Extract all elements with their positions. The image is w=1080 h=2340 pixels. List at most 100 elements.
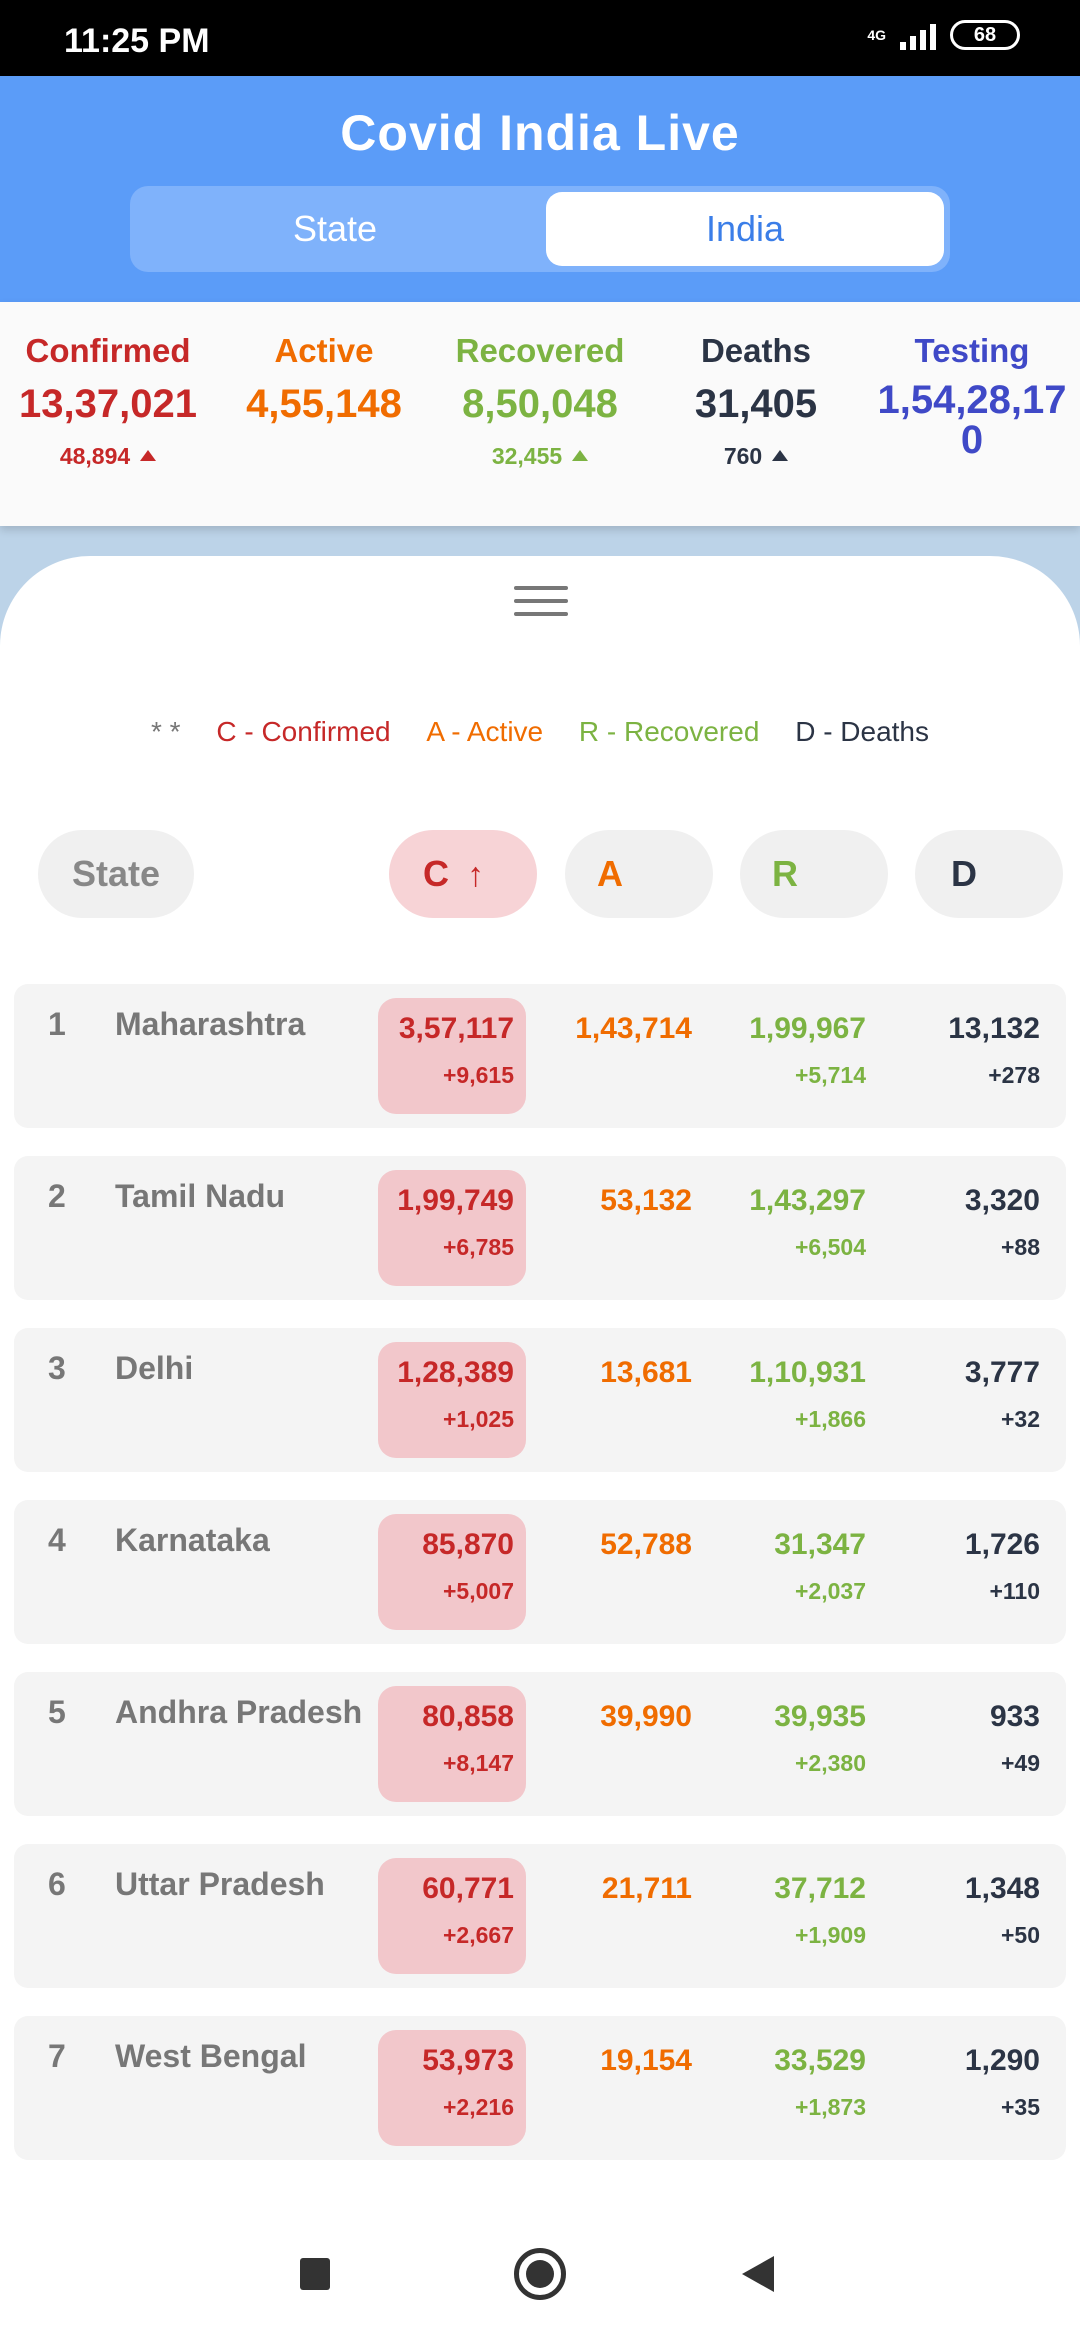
home-circle-icon[interactable] xyxy=(514,2248,566,2300)
deaths-delta: +278 xyxy=(988,1062,1040,1088)
recents-square-icon[interactable] xyxy=(300,2258,330,2290)
header-confirmed-label: C xyxy=(423,853,449,894)
state-row[interactable]: 1 Maharashtra 3,57,117 +9,615 1,43,714 1… xyxy=(14,984,1066,1128)
confirmed-cell: 53,973 +2,216 xyxy=(378,2030,526,2146)
deaths-delta: +32 xyxy=(1000,1406,1040,1432)
active-value: 53,132 xyxy=(600,1184,692,1217)
state-row[interactable]: 6 Uttar Pradesh 60,771 +2,667 21,711 37,… xyxy=(14,1844,1066,1988)
confirmed-delta: +1,025 xyxy=(443,1406,514,1432)
deaths-value: 13,132 xyxy=(948,1012,1040,1045)
deaths-value: 933 xyxy=(989,1700,1040,1733)
state-rank: 3 xyxy=(48,1350,66,1386)
view-toggle: State India xyxy=(130,186,950,272)
status-bar: 11:25 PM 4G 68 xyxy=(0,0,1080,76)
sort-by-deaths-button[interactable]: D xyxy=(915,830,1063,918)
menu-handle-icon[interactable] xyxy=(514,586,568,625)
legend-deaths: D - Deaths xyxy=(795,716,930,747)
recovered-value: 37,712 xyxy=(774,1872,866,1905)
state-row[interactable]: 2 Tamil Nadu 1,99,749 +6,785 53,132 1,43… xyxy=(14,1156,1066,1300)
confirmed-value: 1,99,749 xyxy=(397,1184,514,1217)
recovered-value: 33,529 xyxy=(774,2044,866,2077)
deaths-value: 3,777 xyxy=(964,1356,1040,1389)
confirmed-cell: 3,57,117 +9,615 xyxy=(378,998,526,1114)
up-triangle-icon xyxy=(572,450,589,461)
summary-active-label: Active xyxy=(274,332,374,369)
summary-recovered-value: 8,50,048 xyxy=(462,382,618,426)
state-rank: 6 xyxy=(48,1866,66,1902)
header-state-label: State xyxy=(71,853,161,894)
summary-confirmed: Confirmed 13,37,021 48,894 xyxy=(0,332,216,470)
confirmed-cell: 1,28,389 +1,025 xyxy=(378,1342,526,1458)
confirmed-value: 80,858 xyxy=(422,1700,514,1733)
deaths-delta: +49 xyxy=(1000,1750,1040,1776)
system-nav-bar xyxy=(0,2210,1080,2340)
sort-by-recovered-button[interactable]: R xyxy=(740,830,888,918)
sort-by-active-button[interactable]: A xyxy=(565,830,713,918)
deaths-delta: +50 xyxy=(1000,1922,1040,1948)
state-rank: 1 xyxy=(48,1006,66,1042)
confirmed-value: 1,28,389 xyxy=(397,1356,514,1389)
header-active-label: A xyxy=(597,853,623,894)
deaths-delta: +110 xyxy=(989,1578,1040,1604)
sort-arrow-up-icon: ↑ xyxy=(467,856,484,894)
state-row[interactable]: 7 West Bengal 53,973 +2,216 19,154 33,52… xyxy=(14,2016,1066,2160)
legend-confirmed: C - Confirmed xyxy=(216,716,391,747)
active-value: 1,43,714 xyxy=(575,1012,692,1045)
summary-testing-value-line2: 0 xyxy=(960,418,984,462)
recovered-delta: +1,866 xyxy=(795,1406,866,1432)
sort-by-confirmed-button[interactable]: C ↑ xyxy=(389,830,537,918)
recovered-delta: +1,909 xyxy=(795,1922,866,1948)
deaths-value: 1,726 xyxy=(964,1528,1040,1561)
state-name: Karnataka xyxy=(115,1522,270,1558)
summary-recovered-label: Recovered xyxy=(455,332,625,369)
deaths-delta: +88 xyxy=(1000,1234,1040,1260)
recovered-value: 31,347 xyxy=(774,1528,866,1561)
confirmed-value: 3,57,117 xyxy=(398,1012,514,1045)
summary-deaths-label: Deaths xyxy=(700,332,812,369)
summary-confirmed-delta-row: 48,894 xyxy=(0,443,216,470)
active-value: 52,788 xyxy=(600,1528,692,1561)
active-value: 13,681 xyxy=(600,1356,692,1389)
active-value: 19,154 xyxy=(600,2044,692,2077)
legend-active: A - Active xyxy=(426,716,544,747)
deaths-delta: +35 xyxy=(1000,2094,1040,2120)
confirmed-value: 85,870 xyxy=(422,1528,514,1561)
summary-active: Active 4,55,148 xyxy=(216,332,432,427)
recovered-value: 39,935 xyxy=(774,1700,866,1733)
recovered-value: 1,43,297 xyxy=(749,1184,866,1217)
recovered-delta: +1,873 xyxy=(795,2094,866,2120)
header-recovered-label: R xyxy=(772,853,798,894)
header-deaths-label: D xyxy=(951,853,977,894)
state-rows: 1 Maharashtra 3,57,117 +9,615 1,43,714 1… xyxy=(14,984,1066,2188)
tab-india[interactable]: India xyxy=(546,192,944,266)
national-summary: Confirmed 13,37,021 48,894 Active 4,55,1… xyxy=(0,302,1080,526)
state-row[interactable]: 5 Andhra Pradesh 80,858 +8,147 39,990 39… xyxy=(14,1672,1066,1816)
deaths-value: 1,348 xyxy=(964,1872,1040,1905)
recovered-delta: +5,714 xyxy=(795,1062,866,1088)
state-rank: 2 xyxy=(48,1178,66,1214)
sort-by-state-button[interactable]: State xyxy=(38,830,194,918)
confirmed-delta: +2,667 xyxy=(443,1922,514,1948)
summary-deaths: Deaths 31,405 760 xyxy=(648,332,864,470)
state-row[interactable]: 4 Karnataka 85,870 +5,007 52,788 31,347 … xyxy=(14,1500,1066,1644)
battery-icon: 68 xyxy=(950,20,1020,50)
confirmed-delta: +9,615 xyxy=(443,1062,514,1088)
state-name: West Bengal xyxy=(115,2038,307,2074)
tab-state[interactable]: State xyxy=(130,186,540,272)
summary-confirmed-label: Confirmed xyxy=(25,332,191,369)
confirmed-delta: +8,147 xyxy=(443,1750,514,1776)
state-list-sheet: * * C - Confirmed A - Active R - Recover… xyxy=(0,556,1080,2210)
summary-recovered-delta: 32,455 xyxy=(491,443,563,469)
state-name: Uttar Pradesh xyxy=(115,1866,325,1902)
recovered-delta: +2,037 xyxy=(795,1578,866,1604)
state-row[interactable]: 3 Delhi 1,28,389 +1,025 13,681 1,10,931 … xyxy=(14,1328,1066,1472)
status-icons: 4G 68 xyxy=(867,20,1020,50)
back-triangle-icon[interactable] xyxy=(742,2256,774,2292)
summary-recovered-delta-row: 32,455 xyxy=(432,443,648,470)
confirmed-value: 60,771 xyxy=(422,1872,514,1905)
summary-testing-value-line1: 1,54,28,17 xyxy=(877,378,1067,422)
summary-active-value: 4,55,148 xyxy=(246,382,402,426)
deaths-value: 1,290 xyxy=(964,2044,1040,2077)
deaths-value: 3,320 xyxy=(964,1184,1040,1217)
summary-testing: Testing 1,54,28,17 0 xyxy=(864,332,1080,460)
